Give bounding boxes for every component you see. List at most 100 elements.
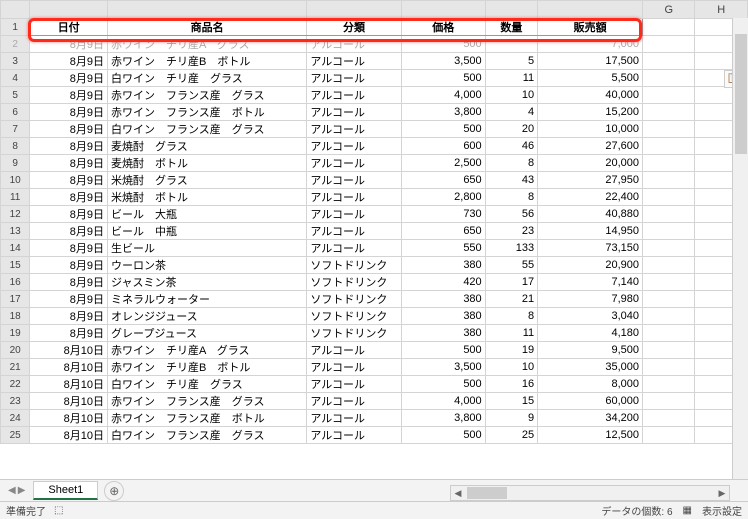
cell-product[interactable]: グレープジュース <box>108 325 307 342</box>
cell-empty[interactable] <box>643 325 695 342</box>
header-sales[interactable]: 販売額 <box>538 19 643 36</box>
cell-category[interactable]: アルコール <box>307 240 401 257</box>
cell-date[interactable]: 8月9日 <box>30 223 108 240</box>
cell-sales[interactable]: 40,000 <box>538 87 643 104</box>
cell-price[interactable]: 3,500 <box>401 359 485 376</box>
cell-product[interactable]: 麦焼酎 ボトル <box>108 155 307 172</box>
cell-product[interactable]: 赤ワイン チリ産A グラス <box>108 36 307 53</box>
cell-empty[interactable] <box>643 376 695 393</box>
cell-qty[interactable]: 8 <box>485 155 537 172</box>
cell-sales[interactable]: 20,000 <box>538 155 643 172</box>
cell-category[interactable]: アルコール <box>307 155 401 172</box>
cell-category[interactable]: アルコール <box>307 393 401 410</box>
cell-date[interactable]: 8月9日 <box>30 274 108 291</box>
cell-sales[interactable]: 8,000 <box>538 376 643 393</box>
cell-product[interactable]: 白ワイン チリ産 グラス <box>108 376 307 393</box>
cell-sales[interactable]: 7,140 <box>538 274 643 291</box>
cell-empty[interactable] <box>643 410 695 427</box>
cell-qty[interactable]: 133 <box>485 240 537 257</box>
cell-date[interactable]: 8月9日 <box>30 172 108 189</box>
cell-empty[interactable] <box>643 240 695 257</box>
cell-empty[interactable] <box>643 257 695 274</box>
cell-price[interactable]: 550 <box>401 240 485 257</box>
cell-empty[interactable] <box>643 206 695 223</box>
row-number[interactable]: 10 <box>1 172 30 189</box>
cell-qty[interactable]: 11 <box>485 325 537 342</box>
cell-qty[interactable]: 10 <box>485 359 537 376</box>
cell-sales[interactable]: 17,500 <box>538 53 643 70</box>
col-header-h[interactable]: H <box>695 1 748 19</box>
row-number[interactable]: 17 <box>1 291 30 308</box>
cell-price[interactable]: 650 <box>401 223 485 240</box>
cell-date[interactable]: 8月9日 <box>30 87 108 104</box>
cell-date[interactable]: 8月9日 <box>30 53 108 70</box>
cell-price[interactable]: 3,800 <box>401 410 485 427</box>
cell-empty[interactable] <box>643 19 695 36</box>
spreadsheet-grid[interactable]: G H 1 日付 商品名 分類 価格 数量 販売額 2 8月9日 赤ワイン チリ… <box>0 0 748 479</box>
cell-product[interactable]: 赤ワイン フランス産 ボトル <box>108 410 307 427</box>
cell-qty[interactable]: 17 <box>485 274 537 291</box>
cell-price[interactable]: 3,800 <box>401 104 485 121</box>
cell-product[interactable]: 白ワイン フランス産 グラス <box>108 427 307 444</box>
row-number[interactable]: 16 <box>1 274 30 291</box>
cell-product[interactable]: 米焼酎 ボトル <box>108 189 307 206</box>
cell-product[interactable]: ミネラルウォーター <box>108 291 307 308</box>
cell-empty[interactable] <box>643 274 695 291</box>
hscroll-right-icon[interactable]: ▶ <box>715 488 729 499</box>
cell-qty[interactable]: 5 <box>485 53 537 70</box>
cell-qty[interactable]: 55 <box>485 257 537 274</box>
cell-qty[interactable]: 46 <box>485 138 537 155</box>
cell-empty[interactable] <box>643 155 695 172</box>
cell-price[interactable]: 380 <box>401 291 485 308</box>
cell-sales[interactable]: 7,000 <box>538 36 643 53</box>
cell-price[interactable]: 600 <box>401 138 485 155</box>
cell-sales[interactable]: 15,200 <box>538 104 643 121</box>
view-normal-icon[interactable]: ▦ <box>683 505 692 516</box>
tab-nav-arrows[interactable]: ◀ ▶ <box>0 485 33 496</box>
cell-qty[interactable]: 19 <box>485 342 537 359</box>
cell-sales[interactable]: 35,000 <box>538 359 643 376</box>
header-date[interactable]: 日付 <box>30 19 108 36</box>
cell-empty[interactable] <box>643 87 695 104</box>
cell-category[interactable]: アルコール <box>307 206 401 223</box>
row-number[interactable]: 20 <box>1 342 30 359</box>
add-sheet-button[interactable]: ⊕ <box>104 481 124 501</box>
cell-sales[interactable]: 22,400 <box>538 189 643 206</box>
row-number[interactable]: 8 <box>1 138 30 155</box>
cell-price[interactable]: 2,800 <box>401 189 485 206</box>
cell-empty[interactable] <box>643 36 695 53</box>
col-header-b[interactable] <box>108 1 307 19</box>
cell-date[interactable]: 8月10日 <box>30 410 108 427</box>
row-number[interactable]: 2 <box>1 36 30 53</box>
cell-category[interactable]: アルコール <box>307 410 401 427</box>
cell-product[interactable]: 赤ワイン フランス産 グラス <box>108 87 307 104</box>
cell-date[interactable]: 8月9日 <box>30 36 108 53</box>
cell-empty[interactable] <box>643 121 695 138</box>
col-header-e[interactable] <box>485 1 537 19</box>
cell-price[interactable]: 500 <box>401 376 485 393</box>
row-number[interactable]: 23 <box>1 393 30 410</box>
select-all-corner[interactable] <box>1 1 30 19</box>
cell-empty[interactable] <box>643 138 695 155</box>
cell-price[interactable]: 420 <box>401 274 485 291</box>
col-header-a[interactable] <box>30 1 108 19</box>
cell-category[interactable]: アルコール <box>307 342 401 359</box>
cell-empty[interactable] <box>643 189 695 206</box>
cell-date[interactable]: 8月9日 <box>30 121 108 138</box>
cell-product[interactable]: 赤ワイン チリ産B ボトル <box>108 359 307 376</box>
cell-date[interactable]: 8月10日 <box>30 427 108 444</box>
cell-category[interactable]: ソフトドリンク <box>307 308 401 325</box>
col-header-c[interactable] <box>307 1 401 19</box>
row-number[interactable]: 5 <box>1 87 30 104</box>
cell-date[interactable]: 8月9日 <box>30 240 108 257</box>
cell-sales[interactable]: 12,500 <box>538 427 643 444</box>
cell-price[interactable]: 500 <box>401 427 485 444</box>
row-number[interactable]: 24 <box>1 410 30 427</box>
row-number[interactable]: 13 <box>1 223 30 240</box>
cell-empty[interactable] <box>643 70 695 87</box>
cell-date[interactable]: 8月9日 <box>30 206 108 223</box>
cell-sales[interactable]: 10,000 <box>538 121 643 138</box>
row-number[interactable]: 21 <box>1 359 30 376</box>
cell-product[interactable]: ビール 大瓶 <box>108 206 307 223</box>
cell-product[interactable]: ウーロン茶 <box>108 257 307 274</box>
